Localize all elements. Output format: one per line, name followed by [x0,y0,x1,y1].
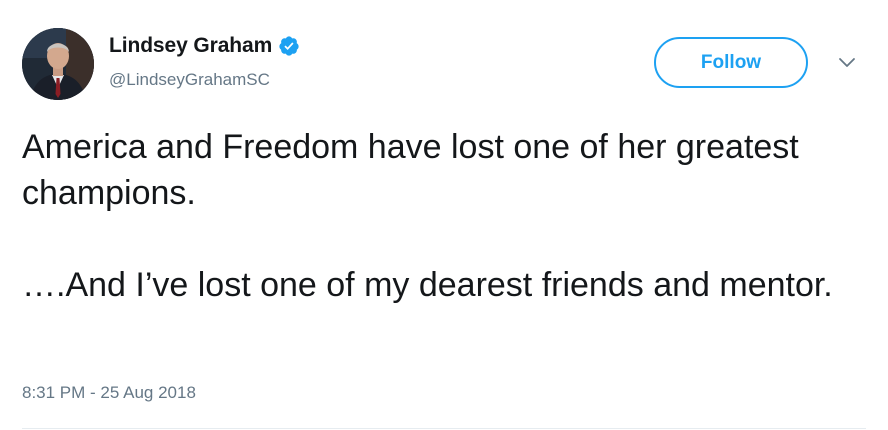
tweet-text: America and Freedom have lost one of her… [22,124,862,308]
follow-button[interactable]: Follow [654,37,808,88]
tweet-timestamp[interactable]: 8:31 PM - 25 Aug 2018 [22,383,196,403]
divider [22,428,866,429]
author-handle[interactable]: @LindseyGrahamSC [109,70,270,90]
chevron-down-icon[interactable] [836,52,858,74]
display-name[interactable]: Lindsey Graham [109,34,272,58]
author-name-row[interactable]: Lindsey Graham [109,33,300,59]
tweet-paragraph: ….And I’ve lost one of my dearest friend… [22,266,833,304]
verified-badge-icon [278,35,300,57]
tweet-paragraph: America and Freedom have lost one of her… [22,128,799,212]
tweet-card: Lindsey Graham @LindseyGrahamSC Follow A… [0,0,888,430]
avatar[interactable] [22,28,94,100]
avatar-photo-icon [22,28,94,100]
